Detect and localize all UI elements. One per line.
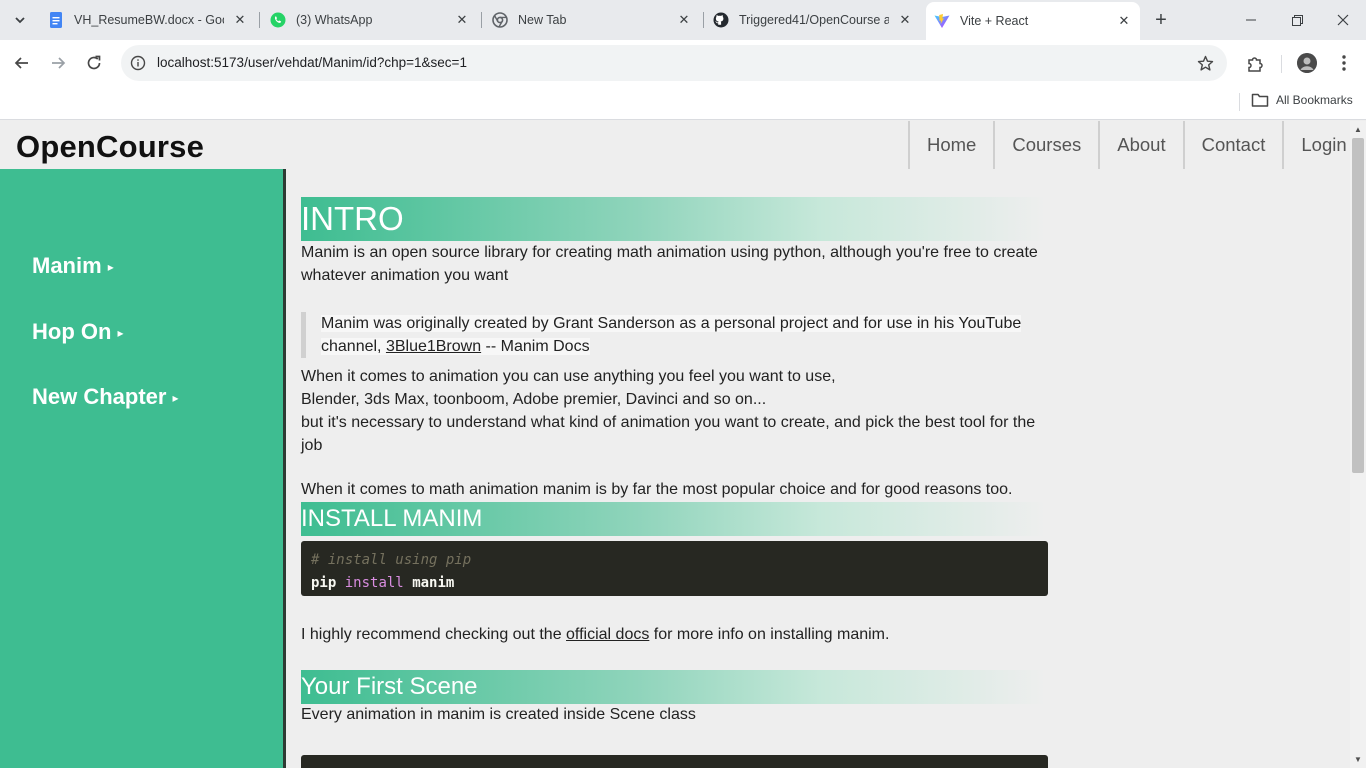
sidebar-item-label: New Chapter <box>32 384 167 409</box>
animation-tools-text: When it comes to animation you can use a… <box>301 368 1036 454</box>
new-tab-button[interactable]: + <box>1150 9 1172 31</box>
chrome-icon <box>492 12 508 28</box>
browser-tab[interactable]: (3) WhatsApp ✕ <box>262 0 480 40</box>
browser-tab[interactable]: New Tab ✕ <box>484 0 702 40</box>
tab-close-icon[interactable]: ✕ <box>897 12 913 28</box>
bookmark-star-icon[interactable] <box>1195 53 1215 73</box>
section-heading-first-scene: Your First Scene <box>301 670 1046 704</box>
close-icon <box>1337 14 1349 26</box>
bookmarks-divider <box>1239 93 1240 111</box>
triangle-right-icon: ▸ <box>117 326 124 340</box>
bookmarks-bar: All Bookmarks <box>0 86 1366 120</box>
browser-tab[interactable]: VH_ResumeBW.docx - Goog ✕ <box>40 0 258 40</box>
scroll-up-icon[interactable]: ▲ <box>1354 125 1362 134</box>
all-bookmarks-label: All Bookmarks <box>1276 93 1353 107</box>
browser-tab[interactable]: Triggered41/OpenCourse at ✕ <box>705 0 923 40</box>
tab-title: (3) WhatsApp <box>296 13 373 27</box>
triangle-right-icon: ▸ <box>172 391 179 405</box>
triangle-right-icon: ▸ <box>107 260 114 274</box>
browser-menu-button[interactable] <box>1334 51 1354 75</box>
tab-close-icon[interactable]: ✕ <box>1116 13 1132 29</box>
first-scene-paragraph: Every animation in manim is created insi… <box>301 706 696 723</box>
arrow-right-icon <box>52 57 66 69</box>
github-icon <box>713 12 729 28</box>
all-bookmarks-button[interactable]: All Bookmarks <box>1251 92 1353 108</box>
tab-close-icon[interactable]: ✕ <box>676 12 692 28</box>
tab-close-icon[interactable]: ✕ <box>232 12 248 28</box>
tab-title: Triggered41/OpenCourse at <box>739 13 889 27</box>
address-bar[interactable]: localhost:5173/user/vehdat/Manim/id?chp=… <box>121 45 1227 81</box>
profile-avatar[interactable] <box>1297 53 1317 73</box>
tab-divider <box>481 12 482 28</box>
web-page: OpenCourse Home Courses About Contact Lo… <box>0 121 1350 768</box>
site-logo[interactable]: OpenCourse <box>16 129 204 165</box>
close-window-button[interactable] <box>1320 0 1366 40</box>
sidebar-item-hop-on[interactable]: Hop On ▸ <box>32 319 123 345</box>
scene-code-block <box>301 755 1048 768</box>
google-docs-icon <box>48 12 64 28</box>
minimize-button[interactable] <box>1228 0 1274 40</box>
chapter-sidebar: Manim ▸ Hop On ▸ New Chapter ▸ <box>0 169 286 768</box>
toolbar-divider <box>1281 55 1282 73</box>
tab-search-button[interactable] <box>8 8 32 32</box>
site-info-icon[interactable] <box>129 54 147 72</box>
manim-docs-quote: Manim was originally created by Grant Sa… <box>301 312 1046 358</box>
tab-title: Vite + React <box>960 14 1029 28</box>
quote-text: Manim was originally created by Grant Sa… <box>321 315 1022 355</box>
tab-strip: VH_ResumeBW.docx - Goog ✕ (3) WhatsApp ✕… <box>0 0 1366 40</box>
puzzle-icon <box>1248 57 1263 72</box>
vite-icon <box>934 13 950 29</box>
browser-toolbar: localhost:5173/user/vehdat/Manim/id?chp=… <box>0 40 1366 86</box>
forward-button[interactable] <box>43 48 73 78</box>
install-code-block: # install using pip pip install manim <box>301 541 1048 596</box>
sidebar-item-manim[interactable]: Manim ▸ <box>32 253 114 279</box>
sidebar-item-label: Manim <box>32 253 102 278</box>
popular-choice-paragraph: When it comes to math animation manim is… <box>301 481 1013 498</box>
nav-login-link[interactable]: Login <box>1282 121 1350 169</box>
recommend-paragraph: I highly recommend checking out the offi… <box>301 626 890 643</box>
top-nav: Home Courses About Contact Login <box>908 121 1350 169</box>
sidebar-item-label: Hop On <box>32 319 112 344</box>
official-docs-link[interactable]: official docs <box>566 626 649 643</box>
scroll-down-icon[interactable]: ▼ <box>1354 755 1362 764</box>
section-heading-install: INSTALL MANIM <box>301 502 1046 536</box>
folder-icon <box>1251 92 1269 108</box>
scrollbar-thumb[interactable] <box>1352 138 1364 473</box>
tab-title: VH_ResumeBW.docx - Goog <box>74 13 224 27</box>
tab-divider <box>259 12 260 28</box>
page-scrollbar[interactable]: ▲ ▼ <box>1350 121 1366 768</box>
nav-home-link[interactable]: Home <box>908 121 993 169</box>
browser-tab-active[interactable]: Vite + React ✕ <box>926 2 1140 40</box>
nav-about-link[interactable]: About <box>1098 121 1182 169</box>
chevron-down-icon <box>15 17 25 24</box>
tab-divider <box>703 12 704 28</box>
tab-title: New Tab <box>518 13 567 27</box>
sidebar-item-new-chapter[interactable]: New Chapter ▸ <box>32 384 179 410</box>
more-vertical-icon <box>1342 55 1346 71</box>
reload-button[interactable] <box>79 48 109 78</box>
minimize-icon <box>1246 19 1256 21</box>
section-heading-intro: INTRO <box>301 197 1046 241</box>
extensions-button[interactable] <box>1242 51 1268 77</box>
reload-icon <box>87 55 101 70</box>
arrow-left-icon <box>14 57 28 69</box>
url-text[interactable]: localhost:5173/user/vehdat/Manim/id?chp=… <box>157 55 467 70</box>
code-comment: # install using pip <box>311 552 472 568</box>
restore-icon <box>1291 14 1303 26</box>
tab-close-icon[interactable]: ✕ <box>454 12 470 28</box>
nav-contact-link[interactable]: Contact <box>1182 121 1283 169</box>
back-button[interactable] <box>7 48 37 78</box>
restore-button[interactable] <box>1274 0 1320 40</box>
intro-paragraph: Manim is an open source library for crea… <box>301 244 1038 284</box>
whatsapp-icon <box>270 12 286 28</box>
3blue1brown-link[interactable]: 3Blue1Brown <box>386 338 481 355</box>
plus-icon: + <box>1155 8 1167 31</box>
nav-courses-link[interactable]: Courses <box>993 121 1098 169</box>
